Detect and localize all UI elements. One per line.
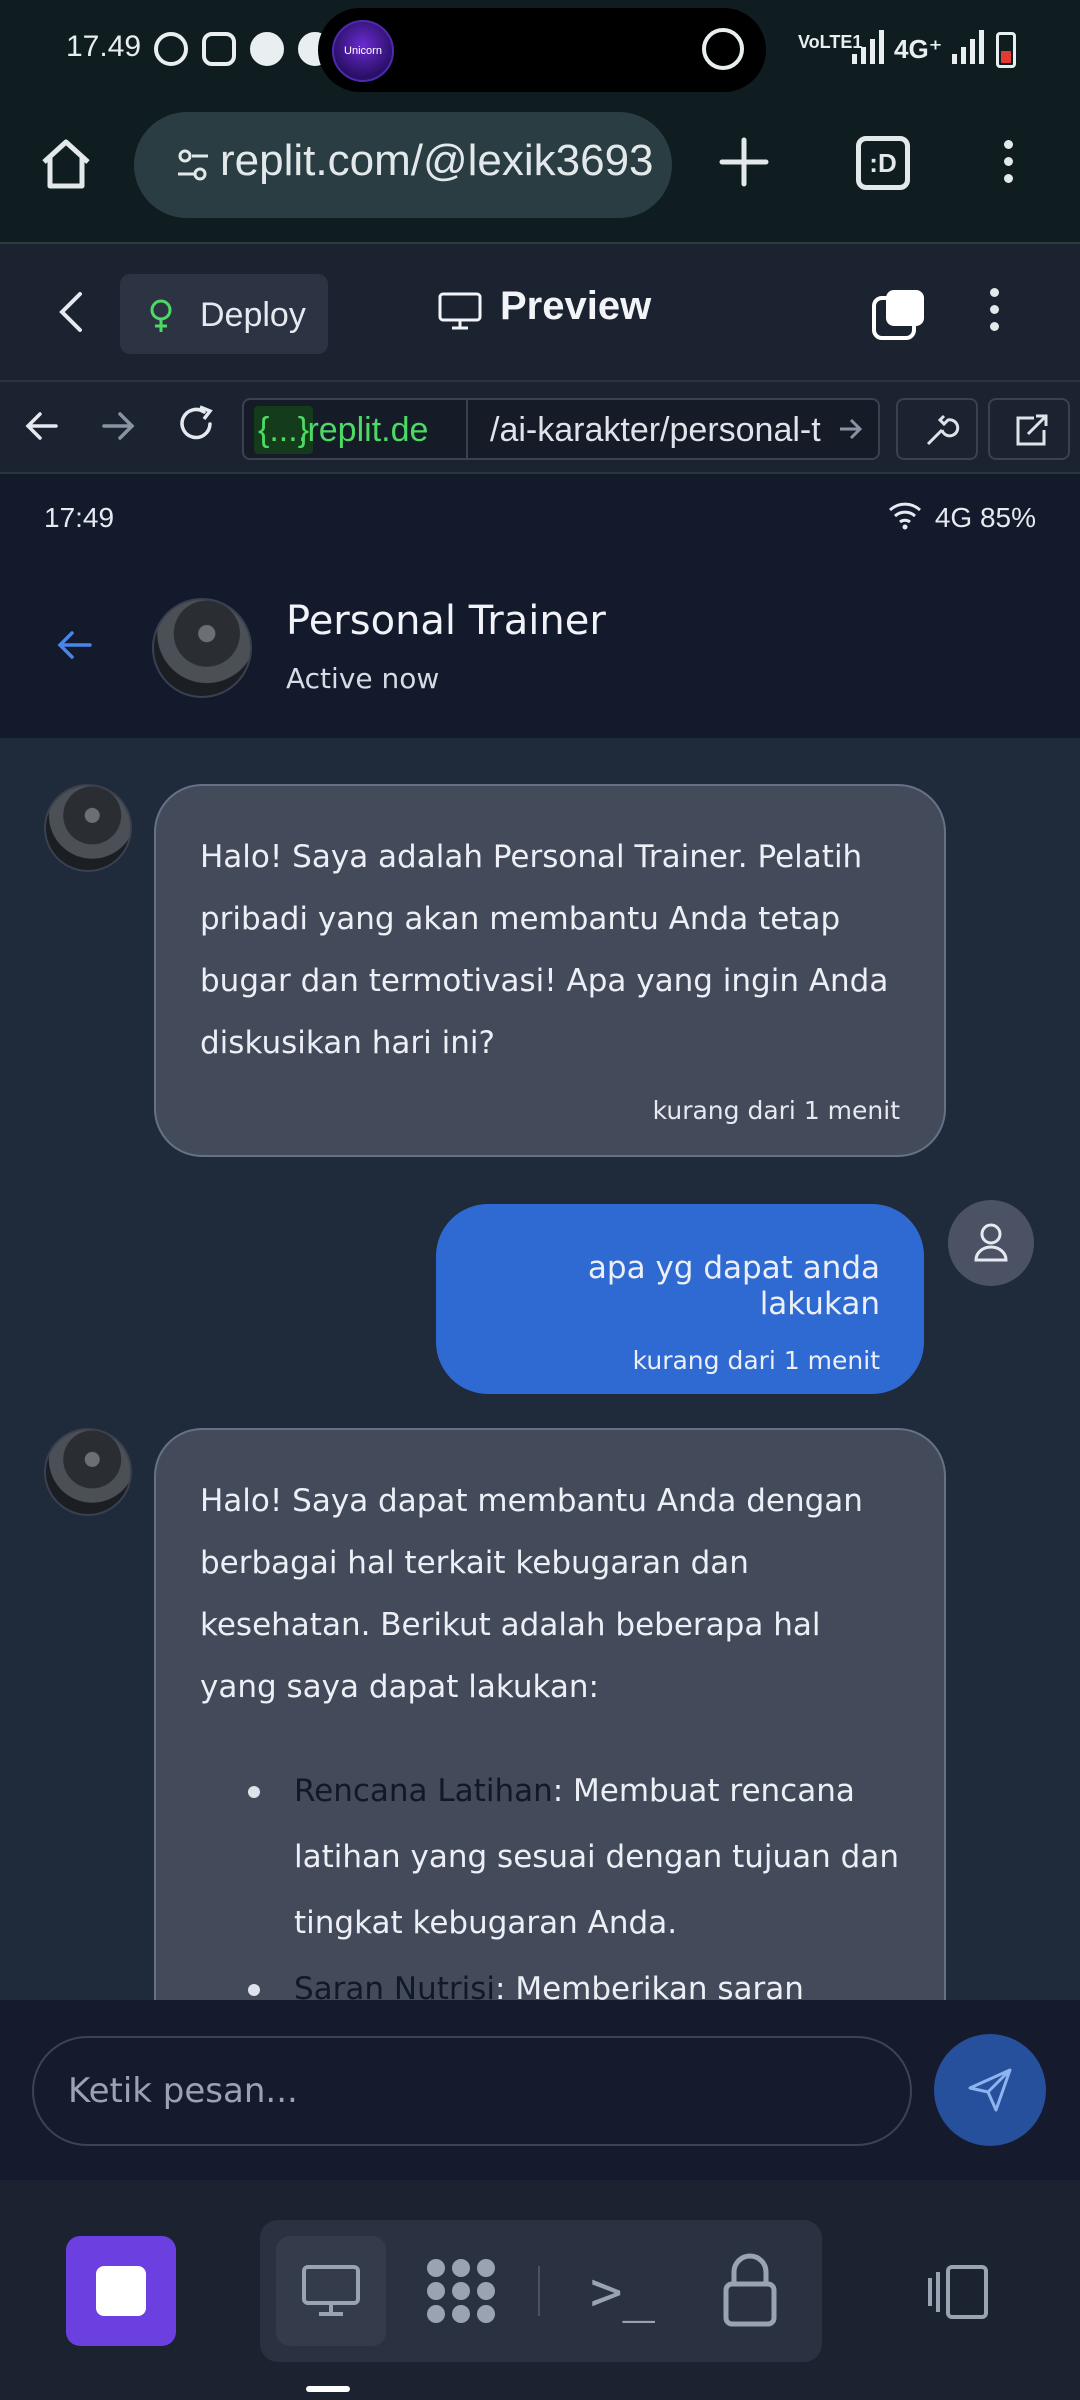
whatsapp-icon: [154, 32, 188, 66]
list-item: Saran Nutrisi: Memberikan saran: [248, 1956, 900, 2000]
app-status-bar: 17:49 4G 85%: [0, 476, 1080, 562]
battery-icon: [996, 32, 1016, 68]
back-arrow-icon[interactable]: [56, 628, 92, 662]
chat-messages[interactable]: Halo! Saya adalah Personal Trainer. Pela…: [0, 738, 1080, 2000]
external-link-icon: [1016, 414, 1048, 446]
send-icon: [968, 2068, 1012, 2112]
wifi-icon: [888, 502, 922, 530]
message-text: Halo! Saya dapat membantu Anda dengan be…: [200, 1483, 863, 1705]
camera-cutout: Unicorn: [318, 8, 766, 92]
tool-divider: [538, 2266, 540, 2316]
tool-preview-button[interactable]: [276, 2236, 386, 2346]
reload-icon[interactable]: [176, 404, 218, 446]
signal-icon: [852, 30, 884, 64]
gesture-bar: [306, 2386, 350, 2392]
webview-path: /ai-karakter/personal-t: [490, 411, 821, 449]
address-bar[interactable]: replit.com/@lexik3693: [134, 112, 672, 218]
deploy-icon: [150, 299, 172, 332]
home-icon[interactable]: [38, 136, 94, 192]
replit-bottom-bar: >_: [0, 2180, 1080, 2400]
list-item-key: Saran Nutrisi: [294, 1971, 496, 2000]
send-button[interactable]: [934, 2034, 1046, 2146]
wrench-icon: [926, 414, 960, 446]
go-arrow-icon[interactable]: [838, 414, 864, 444]
message-time: kurang dari 1 menit: [652, 1096, 900, 1125]
replit-menu-icon[interactable]: [990, 288, 999, 339]
chevron-left-icon[interactable]: [56, 290, 86, 334]
preview-label: Preview: [500, 284, 652, 328]
shell-icon[interactable]: >_: [590, 2260, 655, 2323]
open-new-window-button[interactable]: [988, 398, 1070, 460]
network-type: 4G⁺: [894, 34, 943, 64]
app-time: 17:49: [44, 502, 115, 533]
chat-status: Active now: [286, 662, 440, 695]
tool-switcher: >_: [260, 2220, 822, 2362]
app-network-battery: 4G 85%: [934, 502, 1036, 533]
apps-grid-icon[interactable]: [424, 2256, 498, 2326]
trainer-avatar: [152, 598, 252, 698]
devtools-button[interactable]: [896, 398, 978, 460]
user-icon: [974, 1223, 1008, 1262]
lock-icon[interactable]: [720, 2250, 780, 2330]
arrow-left-icon[interactable]: [24, 408, 60, 444]
deploy-label: Deploy: [200, 296, 306, 334]
user-avatar: [948, 1200, 1034, 1286]
webview-url-field[interactable]: {...} .replit.de /ai-karakter/personal-t: [242, 398, 880, 460]
bot-avatar: [44, 784, 132, 872]
monitor-icon: [302, 2265, 360, 2316]
bot-message: Halo! Saya dapat membantu Anda dengan be…: [154, 1428, 946, 2000]
browser-toolbar: replit.com/@lexik3693 :D: [0, 100, 1080, 244]
whatsapp-notification-icon: [702, 28, 744, 70]
webview-nav: {...} .replit.de /ai-karakter/personal-t: [0, 382, 1080, 474]
unicorn-app-icon: Unicorn: [332, 20, 394, 82]
capability-list: Rencana Latihan: Membuat rencana latihan…: [248, 1758, 900, 2000]
site-settings-icon[interactable]: [178, 148, 208, 182]
list-item-text: : Memberikan saran: [495, 1971, 804, 2000]
stop-button[interactable]: [66, 2236, 176, 2346]
chat-title: Personal Trainer: [286, 598, 606, 644]
layout-icon[interactable]: [926, 2264, 990, 2320]
panes-icon[interactable]: [872, 288, 926, 342]
address-text: replit.com/@lexik3693: [220, 136, 654, 185]
instagram-icon: [202, 32, 236, 66]
message-text: apa yg dapat anda lakukan: [587, 1250, 880, 1322]
chat-header: Personal Trainer Active now: [0, 562, 1080, 738]
user-message: apa yg dapat anda lakukan kurang dari 1 …: [436, 1204, 924, 1394]
arrow-right-icon[interactable]: [100, 408, 136, 444]
browser-menu-icon[interactable]: [1004, 140, 1013, 191]
signal-icon-2: [952, 30, 984, 64]
url-separator: [466, 400, 468, 458]
list-item-key: Rencana Latihan: [294, 1773, 553, 1809]
message-text: Halo! Saya adalah Personal Trainer. Pela…: [200, 839, 889, 1061]
message-time: kurang dari 1 menit: [632, 1346, 880, 1375]
facebook-icon: [250, 32, 284, 66]
list-item: Rencana Latihan: Membuat rencana latihan…: [248, 1758, 900, 1956]
stop-icon: [96, 2266, 146, 2316]
bot-message: Halo! Saya adalah Personal Trainer. Pela…: [154, 784, 946, 1157]
tab-switcher-button[interactable]: :D: [856, 136, 910, 190]
monitor-icon: [438, 292, 482, 330]
bot-avatar: [44, 1428, 132, 1516]
webview-domain: .replit.de: [298, 411, 429, 449]
system-status-bar: 17.49 Unicorn VoLTE1 4G⁺: [0, 0, 1080, 100]
replit-header: Deploy Preview: [0, 244, 1080, 382]
message-input[interactable]: [32, 2036, 912, 2146]
new-tab-icon[interactable]: [716, 134, 772, 190]
deploy-button[interactable]: Deploy: [120, 274, 328, 354]
system-time: 17.49: [66, 30, 142, 63]
message-input-bar: [0, 2000, 1080, 2180]
